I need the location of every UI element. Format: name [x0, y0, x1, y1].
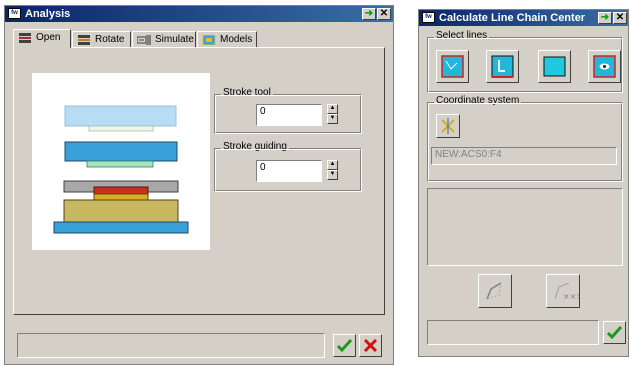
coordinate-system-button[interactable] — [436, 114, 460, 138]
calculate-button-1 — [478, 274, 512, 308]
stroke-tool-spinner[interactable]: ▲ ▼ — [327, 104, 338, 124]
rectangle-icon — [543, 56, 566, 77]
calc-window: fw Calculate Line Chain Center ➜ ✕ Selec… — [418, 9, 629, 357]
hand-select-icon — [491, 55, 514, 78]
stroke-tool-group: Stroke tool 0 ▲ ▼ — [214, 87, 362, 134]
tab-open[interactable]: Open — [13, 29, 71, 48]
press-diagram — [53, 105, 189, 234]
close-icon: ✕ — [379, 8, 389, 19]
spin-down-icon[interactable]: ▼ — [327, 170, 338, 180]
svg-text:×××: ××× — [563, 292, 579, 301]
output-area — [427, 188, 623, 266]
tab-simulate-label: Simulate — [155, 34, 194, 45]
calc-ok-button[interactable] — [603, 321, 626, 344]
stroke-guiding-group: Stroke guiding 0 ▲ ▼ — [214, 141, 362, 192]
eye-select-icon — [593, 55, 616, 78]
checkmark-icon — [606, 325, 623, 340]
coordinate-system-label: Coordinate system — [434, 95, 522, 106]
calc-status-field — [427, 320, 599, 345]
tab-rotate-label: Rotate — [95, 34, 125, 45]
select-lines-label: Select lines — [434, 30, 490, 41]
close-icon: ✕ — [615, 12, 625, 23]
axis-cross-icon — [441, 118, 455, 134]
x-icon — [363, 338, 378, 353]
spin-down-icon[interactable]: ▼ — [327, 114, 338, 124]
app-icon: fw — [422, 12, 435, 23]
pin-button[interactable]: ➜ — [598, 12, 612, 24]
green-arrow-icon: ➜ — [600, 12, 610, 23]
tab-simulate[interactable]: Simulate — [132, 31, 196, 48]
calc-title: Calculate Line Chain Center — [439, 12, 586, 24]
simulate-icon — [137, 35, 151, 45]
points-icon: ××× — [554, 282, 583, 301]
tab-rotate[interactable]: Rotate — [72, 31, 131, 48]
tab-models-label: Models — [220, 34, 253, 45]
cancel-button[interactable] — [359, 334, 382, 357]
calc-titlebar[interactable]: fw Calculate Line Chain Center ➜ ✕ — [419, 10, 628, 26]
close-button[interactable]: ✕ — [377, 8, 391, 20]
spin-up-icon[interactable]: ▲ — [327, 104, 338, 114]
coordinate-system-group: Coordinate system NEW:ACS0:F4 — [427, 95, 623, 182]
tool-preview — [32, 73, 210, 250]
select-lines-button-4[interactable] — [588, 50, 621, 83]
analysis-title: Analysis — [25, 8, 71, 20]
select-lines-button-1[interactable] — [436, 50, 469, 83]
stroke-guiding-input[interactable]: 0 — [256, 160, 322, 182]
stroke-guiding-spinner[interactable]: ▲ ▼ — [327, 160, 338, 180]
analysis-titlebar[interactable]: fw Analysis ➜ ✕ — [5, 6, 393, 22]
select-lines-button-2[interactable] — [486, 50, 519, 83]
spin-up-icon[interactable]: ▲ — [327, 160, 338, 170]
tab-open-label: Open — [36, 32, 61, 43]
line-chain-icon — [441, 55, 464, 78]
chain-curve-icon — [486, 282, 502, 300]
analysis-window: fw Analysis ➜ ✕ Open Rotate Simulate Mod… — [4, 5, 394, 365]
app-icon: fw — [8, 8, 21, 19]
ok-button[interactable] — [333, 334, 356, 357]
pin-button[interactable]: ➜ — [362, 8, 376, 20]
models-icon — [202, 35, 216, 45]
open-icon — [19, 33, 31, 43]
calculate-button-2: ××× — [546, 274, 583, 308]
stroke-tool-input[interactable]: 0 — [256, 104, 322, 126]
tab-panel: Stroke tool 0 ▲ ▼ Stroke guiding 0 ▲ ▼ — [13, 47, 385, 315]
rotate-icon — [78, 35, 90, 45]
checkmark-icon — [336, 338, 353, 353]
stroke-guiding-label: Stroke guiding — [221, 141, 289, 152]
coordinate-system-field: NEW:ACS0:F4 — [431, 147, 617, 165]
analysis-status-field — [17, 333, 325, 358]
stroke-tool-label: Stroke tool — [221, 87, 273, 98]
select-lines-group: Select lines — [427, 30, 623, 93]
select-lines-button-3[interactable] — [538, 50, 571, 83]
green-arrow-icon: ➜ — [364, 8, 374, 19]
tab-models[interactable]: Models — [197, 31, 257, 48]
close-button[interactable]: ✕ — [613, 12, 627, 24]
